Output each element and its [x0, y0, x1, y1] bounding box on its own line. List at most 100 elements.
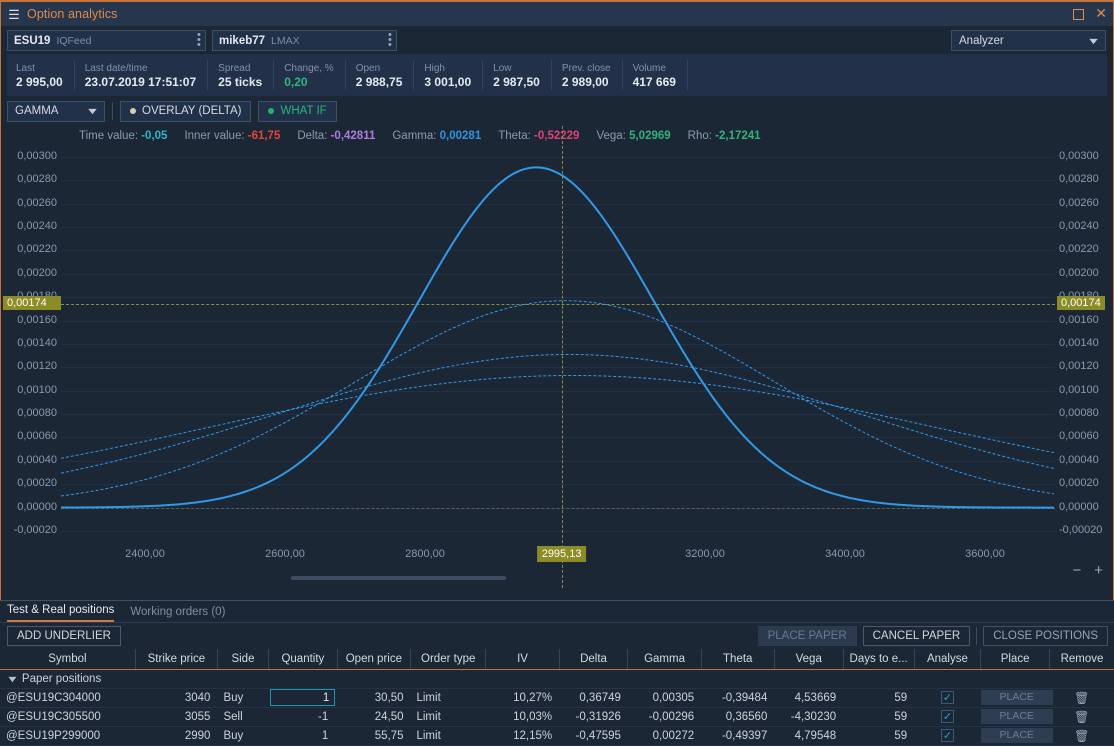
column-header[interactable]: Remove	[1049, 649, 1114, 669]
column-header[interactable]: Delta	[559, 649, 628, 669]
cell-remove[interactable]: 🗑	[1049, 688, 1114, 707]
trash-icon[interactable]: 🗑	[1074, 691, 1089, 705]
cell-analyse[interactable]: ✓	[914, 688, 981, 707]
chart-toolbar: GAMMA ▼ OVERLAY (DELTA) WHAT IF	[1, 96, 1113, 124]
cell-iv: 10,03%	[486, 707, 559, 726]
checkbox-icon[interactable]: ✓	[941, 710, 954, 723]
column-header[interactable]: Side	[217, 649, 268, 669]
action-divider	[976, 627, 977, 645]
hamburger-icon[interactable]: ☰	[1, 8, 27, 21]
tab-working-orders-0[interactable]: Working orders (0)	[130, 606, 225, 622]
what-if-button[interactable]: WHAT IF	[258, 101, 336, 122]
place-button[interactable]: PLACE	[981, 709, 1053, 724]
cell-open-price: 55,75	[337, 726, 410, 745]
quote-cell: Last2 995,00	[7, 60, 75, 90]
table-body: ▼Paper positions@ESU19C3040003040Buy30,5…	[0, 669, 1114, 745]
cell-quantity[interactable]	[268, 688, 337, 707]
mode-label: Analyzer	[959, 35, 1004, 47]
column-header[interactable]: Order type	[410, 649, 485, 669]
trash-icon[interactable]: 🗑	[1074, 729, 1089, 743]
cancel-paper-button[interactable]: CANCEL PAPER	[863, 626, 971, 646]
column-header[interactable]: Quantity	[268, 649, 337, 669]
x-axis: 2400,002600,002800,003200,003400,003600,…	[61, 548, 1055, 570]
column-header[interactable]: Open price	[337, 649, 410, 669]
window-titlebar: ☰ Option analytics ✕	[1, 2, 1113, 27]
close-positions-button[interactable]: CLOSE POSITIONS	[983, 626, 1108, 646]
place-button[interactable]: PLACE	[981, 728, 1053, 743]
cell-order-type: Limit	[410, 688, 485, 707]
cell-place[interactable]: PLACE	[981, 726, 1050, 745]
cell-side: Buy	[217, 726, 268, 745]
cell-vega: -4,30230	[774, 707, 843, 726]
cell-delta: -0,47595	[559, 726, 628, 745]
table-row[interactable]: @ESU19C3055003055Sell-124,50Limit10,03%-…	[0, 707, 1114, 726]
account-menu-icon[interactable]: •••	[388, 33, 391, 48]
cell-place[interactable]: PLACE	[981, 707, 1050, 726]
zoom-in-icon[interactable]: +	[1094, 565, 1103, 577]
cell-strike-price: 3055	[135, 707, 217, 726]
x-axis-cursor-label: 2995,13	[537, 546, 587, 562]
chart-zoom-controls[interactable]: − +	[1072, 565, 1103, 577]
cell-analyse[interactable]: ✓	[914, 726, 981, 745]
instrument-selector[interactable]: ESU19 IQFeed •••	[7, 30, 206, 51]
place-paper-button[interactable]: PLACE PAPER	[758, 626, 857, 646]
cell-place[interactable]: PLACE	[981, 688, 1050, 707]
quantity-input[interactable]	[270, 689, 335, 706]
cell-analyse[interactable]: ✓	[914, 707, 981, 726]
instrument-menu-icon[interactable]: •••	[197, 33, 200, 48]
cell-remove[interactable]: 🗑	[1049, 726, 1114, 745]
quote-cell: Change, %0,20	[274, 60, 345, 90]
column-header[interactable]: IV	[486, 649, 559, 669]
maximize-icon[interactable]	[1073, 9, 1084, 20]
column-header[interactable]: Gamma	[628, 649, 701, 669]
tab-test-real-positions[interactable]: Test & Real positions	[7, 604, 114, 622]
checkbox-icon[interactable]: ✓	[941, 729, 954, 742]
checkbox-icon[interactable]: ✓	[941, 691, 954, 704]
column-header[interactable]: Place	[981, 649, 1050, 669]
y-axis-tick: 0,00260	[17, 197, 57, 209]
mode-dropdown[interactable]: Analyzer ▼	[951, 30, 1106, 51]
instrument-code: ESU19	[14, 35, 50, 47]
y-axis-tick: 0,00040	[17, 454, 57, 466]
column-header[interactable]: Vega	[774, 649, 843, 669]
chart-horizontal-scrollbar[interactable]	[291, 576, 506, 580]
y-axis-tick: 0,00100	[17, 384, 57, 396]
group-row[interactable]: ▼Paper positions	[0, 669, 1114, 688]
cell-quantity[interactable]: 1	[268, 726, 337, 745]
greek-select[interactable]: GAMMA ▼	[7, 101, 105, 122]
cell-symbol: @ESU19P299000	[0, 726, 135, 745]
zoom-out-icon[interactable]: −	[1072, 565, 1081, 577]
place-button[interactable]: PLACE	[981, 690, 1053, 705]
column-header[interactable]: Strike price	[135, 649, 217, 669]
account-code: mikeb77	[219, 35, 265, 47]
column-header[interactable]: Theta	[701, 649, 774, 669]
option-chart[interactable]: Time value: -0,05Inner value: -61,75Delt…	[1, 126, 1113, 588]
trash-icon[interactable]: 🗑	[1074, 710, 1089, 724]
cell-remove[interactable]: 🗑	[1049, 707, 1114, 726]
positions-actions: ADD UNDERLIER PLACE PAPER CANCEL PAPER C…	[0, 623, 1114, 649]
overlay-delta-button[interactable]: OVERLAY (DELTA)	[120, 101, 251, 122]
column-header[interactable]: Symbol	[0, 649, 135, 669]
add-underlier-button[interactable]: ADD UNDERLIER	[7, 626, 121, 646]
y-axis-tick: 0,00000	[1059, 501, 1099, 513]
chart-plot-area[interactable]	[61, 126, 1055, 588]
y-axis-cursor-label: 0,00174	[3, 296, 61, 310]
y-axis-tick: 0,00140	[17, 337, 57, 349]
column-header[interactable]: Analyse	[914, 649, 981, 669]
cell-gamma: 0,00305	[628, 688, 701, 707]
table-row[interactable]: @ESU19C3040003040Buy30,50Limit10,27%0,36…	[0, 688, 1114, 707]
column-header[interactable]: Days to e...	[843, 649, 914, 669]
table-row[interactable]: @ESU19P2990002990Buy155,75Limit12,15%-0,…	[0, 726, 1114, 745]
quote-cell: Spread25 ticks	[208, 60, 274, 90]
quote-value: 2 989,00	[562, 75, 611, 89]
account-feed: LMAX	[271, 35, 300, 47]
account-selector[interactable]: mikeb77 LMAX •••	[212, 30, 397, 51]
cell-quantity[interactable]: -1	[268, 707, 337, 726]
y-axis-tick: 0,00280	[1059, 173, 1099, 185]
x-axis-tick: 2400,00	[125, 548, 165, 560]
quote-value: 2 988,75	[356, 75, 403, 89]
quote-label: Volume	[633, 62, 676, 75]
chevron-down-icon[interactable]: ▼	[6, 674, 19, 684]
close-icon[interactable]: ✕	[1095, 9, 1107, 20]
cell-days-to-expiry: 59	[843, 707, 914, 726]
